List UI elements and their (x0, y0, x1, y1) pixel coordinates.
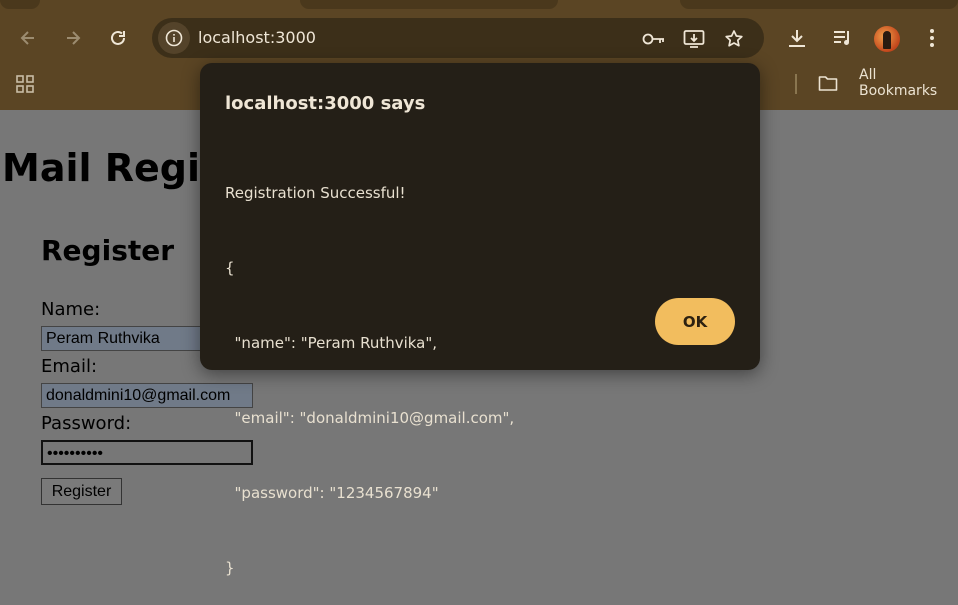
tab-strip (0, 0, 958, 10)
dialog-message-line: { (225, 259, 235, 277)
back-arrow-icon (20, 31, 34, 45)
register-button[interactable]: Register (41, 478, 122, 505)
dialog-message-line: } (225, 559, 235, 577)
reading-list-button[interactable] (828, 24, 856, 52)
password-input[interactable]: •••••••••• (41, 440, 253, 465)
info-icon (165, 29, 183, 47)
key-icon (642, 33, 664, 45)
menu-button[interactable] (918, 24, 946, 52)
alert-dialog: localhost:3000 says Registration Success… (200, 63, 760, 577)
site-info-button[interactable] (158, 22, 190, 54)
dialog-title: localhost:3000 says (225, 93, 426, 114)
star-icon (725, 30, 743, 47)
url-text[interactable]: localhost:3000 (198, 28, 316, 47)
tab[interactable] (300, 0, 558, 9)
password-label: Password: (41, 413, 132, 434)
folder-icon (818, 76, 838, 91)
email-input[interactable]: donaldmini10@gmail.com (41, 383, 253, 408)
forward-button[interactable] (59, 24, 87, 52)
browser-toolbar: localhost:3000 (0, 14, 958, 62)
ok-button[interactable]: OK (655, 298, 735, 345)
all-bookmarks-label: All Bookmarks (859, 67, 938, 99)
downloads-button[interactable] (783, 24, 811, 52)
dialog-message-line: "name": "Peram Ruthvika", (225, 334, 438, 352)
dialog-message: Registration Successful! { "name": "Pera… (225, 131, 514, 605)
email-label: Email: (41, 356, 98, 377)
all-bookmarks-button[interactable]: All Bookmarks (818, 67, 937, 99)
dialog-message-line: "email": "donaldmini10@gmail.com", (225, 409, 515, 427)
dialog-message-line: Registration Successful! (225, 184, 406, 202)
bookmarks-separator (795, 74, 797, 94)
name-label: Name: (41, 299, 101, 320)
tab[interactable] (680, 0, 958, 9)
apps-grid-icon (16, 75, 34, 93)
dialog-message-line: "password": "1234567894" (225, 484, 439, 502)
profile-avatar[interactable] (874, 26, 900, 52)
bookmark-star-button[interactable] (721, 26, 747, 52)
forward-arrow-icon (67, 31, 81, 45)
install-app-button[interactable] (681, 26, 707, 52)
more-vert-icon (930, 29, 934, 47)
reload-icon (111, 30, 125, 45)
playlist-icon (834, 31, 849, 45)
download-icon (789, 30, 805, 47)
form-heading: Register (41, 234, 175, 267)
tab[interactable] (0, 0, 40, 9)
install-icon (683, 30, 705, 48)
reload-button[interactable] (104, 24, 132, 52)
address-bar[interactable]: localhost:3000 (152, 18, 764, 58)
apps-button[interactable] (15, 74, 35, 99)
back-button[interactable] (14, 24, 42, 52)
password-key-button[interactable] (641, 26, 667, 52)
